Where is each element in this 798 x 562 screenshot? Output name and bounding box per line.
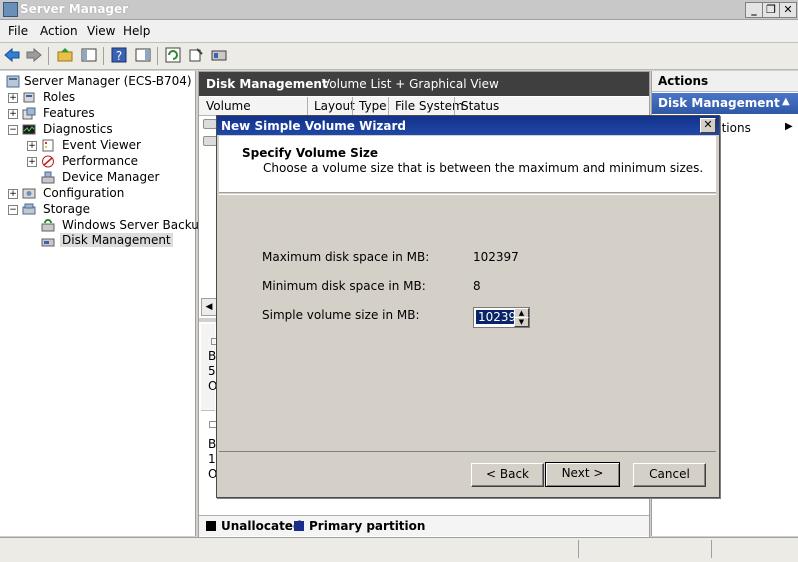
tree-item-configuration[interactable]: + Configuration [8, 186, 188, 202]
status-bar [0, 537, 798, 562]
expand-icon[interactable]: + [8, 189, 18, 199]
center-view-label: Volume List + Graphical View [322, 77, 499, 91]
menu-file[interactable]: File [8, 24, 28, 38]
toolbar: ? [0, 43, 798, 70]
legend-unallocated: Unallocated [221, 519, 302, 533]
disk-management-icon [41, 238, 55, 247]
volume-row-icon [203, 136, 217, 146]
volume-size-stepper[interactable]: 102397 ▲ ▼ [473, 307, 530, 328]
minimize-button[interactable]: _ [745, 2, 763, 18]
submenu-arrow-icon: ▶ [785, 121, 793, 132]
menu-help[interactable]: Help [123, 24, 150, 38]
scroll-left-button[interactable]: ◀ [201, 298, 217, 316]
column-status[interactable]: Status [461, 99, 499, 113]
menu-action[interactable]: Action [40, 24, 78, 38]
backup-icon [41, 219, 55, 232]
window-title: Server Manager [20, 2, 129, 16]
tree-item-performance[interactable]: + Performance [27, 154, 187, 170]
max-disk-space-value: 102397 [473, 250, 519, 264]
back-button[interactable]: < Back [471, 463, 544, 487]
forward-arrow-icon[interactable] [26, 47, 42, 63]
title-bar: Server Manager _ ❐ ✕ [0, 0, 798, 20]
tree-item-event-viewer[interactable]: + Event Viewer [27, 138, 187, 154]
new-simple-volume-wizard: New Simple Volume Wizard ✕ Specify Volum… [216, 115, 720, 498]
close-button[interactable]: ✕ [779, 2, 797, 18]
min-disk-space-label: Minimum disk space in MB: [262, 279, 426, 293]
dialog-header: Specify Volume Size Choose a volume size… [219, 136, 716, 193]
dialog-close-button[interactable]: ✕ [700, 118, 716, 133]
refresh-icon[interactable] [165, 47, 181, 63]
menu-view[interactable]: View [87, 24, 115, 38]
tree-root-label: Server Manager (ECS-B704) [24, 74, 192, 88]
center-header: Disk Management Volume List + Graphical … [199, 72, 649, 96]
expand-icon[interactable]: + [8, 93, 18, 103]
tree-item-roles[interactable]: + Roles [8, 90, 188, 106]
expand-icon[interactable]: + [27, 157, 37, 167]
actions-header: Actions [652, 71, 798, 92]
legend-primary-swatch [294, 521, 304, 531]
tree-item-features[interactable]: + Features [8, 106, 188, 122]
features-icon [22, 107, 36, 120]
collapse-arrow-icon[interactable]: ▲ [782, 96, 790, 107]
cancel-button[interactable]: Cancel [633, 463, 706, 487]
min-disk-space-value: 8 [473, 279, 481, 293]
actions-section-disk-management[interactable]: Disk Management ▲ [652, 93, 798, 114]
show-hide-tree-icon[interactable] [81, 47, 97, 63]
legend-unallocated-swatch [206, 521, 216, 531]
expand-icon[interactable]: + [27, 141, 37, 151]
legend-bar: Unallocated Primary partition [199, 515, 649, 536]
column-volume[interactable]: Volume [206, 99, 251, 113]
properties-icon[interactable] [188, 47, 204, 63]
spin-down-button[interactable]: ▼ [514, 317, 529, 327]
diagnostics-icon [22, 124, 36, 135]
wizard-heading: Specify Volume Size [242, 146, 379, 160]
column-layout[interactable]: Layout [314, 99, 355, 113]
help-icon[interactable]: ? [111, 47, 127, 63]
tree-item-windows-server-backup[interactable]: Windows Server Backup [27, 218, 207, 234]
performance-icon [42, 155, 54, 168]
console-tree: Server Manager (ECS-B704) + Roles + Feat… [0, 71, 207, 536]
wizard-subheading: Choose a volume size that is between the… [263, 161, 704, 175]
device-manager-icon [41, 171, 55, 184]
volume-size-label: Simple volume size in MB: [262, 308, 420, 322]
tree-item-disk-management-label: Disk Management [60, 233, 173, 247]
dialog-title-bar: New Simple Volume Wizard ✕ [217, 116, 719, 135]
center-title: Disk Management [206, 77, 328, 91]
more-actions-link[interactable]: ctions [715, 121, 751, 135]
action-pane-icon[interactable] [135, 47, 151, 63]
toolbar-separator [48, 47, 49, 65]
server-manager-icon [3, 2, 18, 17]
tree-item-storage[interactable]: − Storage [8, 202, 188, 218]
toolbar-separator [157, 47, 158, 65]
volume-list-header: Volume Layout Type File System Status [199, 97, 649, 116]
next-button[interactable]: Next > [545, 462, 620, 487]
storage-icon [22, 203, 36, 215]
collapse-icon[interactable]: − [8, 205, 18, 215]
back-arrow-icon[interactable] [4, 47, 20, 63]
collapse-icon[interactable]: − [8, 125, 18, 135]
menu-bar: File Action View Help [0, 20, 798, 43]
dialog-title: New Simple Volume Wizard [221, 119, 407, 133]
configuration-icon [22, 188, 36, 199]
up-folder-icon[interactable] [57, 47, 73, 63]
column-type[interactable]: Type [359, 99, 387, 113]
roles-icon [23, 92, 35, 103]
server-manager-icon [6, 75, 20, 88]
disk-settings-icon[interactable] [211, 47, 227, 63]
restore-button[interactable]: ❐ [762, 2, 780, 18]
tree-item-diagnostics[interactable]: − Diagnostics [8, 122, 188, 138]
volume-row-icon [203, 119, 217, 129]
event-viewer-icon [42, 139, 54, 152]
tree-item-disk-management[interactable]: Disk Management [27, 233, 192, 250]
toolbar-separator [103, 47, 104, 65]
legend-primary-partition: Primary partition [309, 519, 426, 533]
svg-text:?: ? [116, 49, 122, 63]
expand-icon[interactable]: + [8, 109, 18, 119]
tree-item-device-manager[interactable]: Device Manager [27, 170, 187, 186]
max-disk-space-label: Maximum disk space in MB: [262, 250, 430, 264]
